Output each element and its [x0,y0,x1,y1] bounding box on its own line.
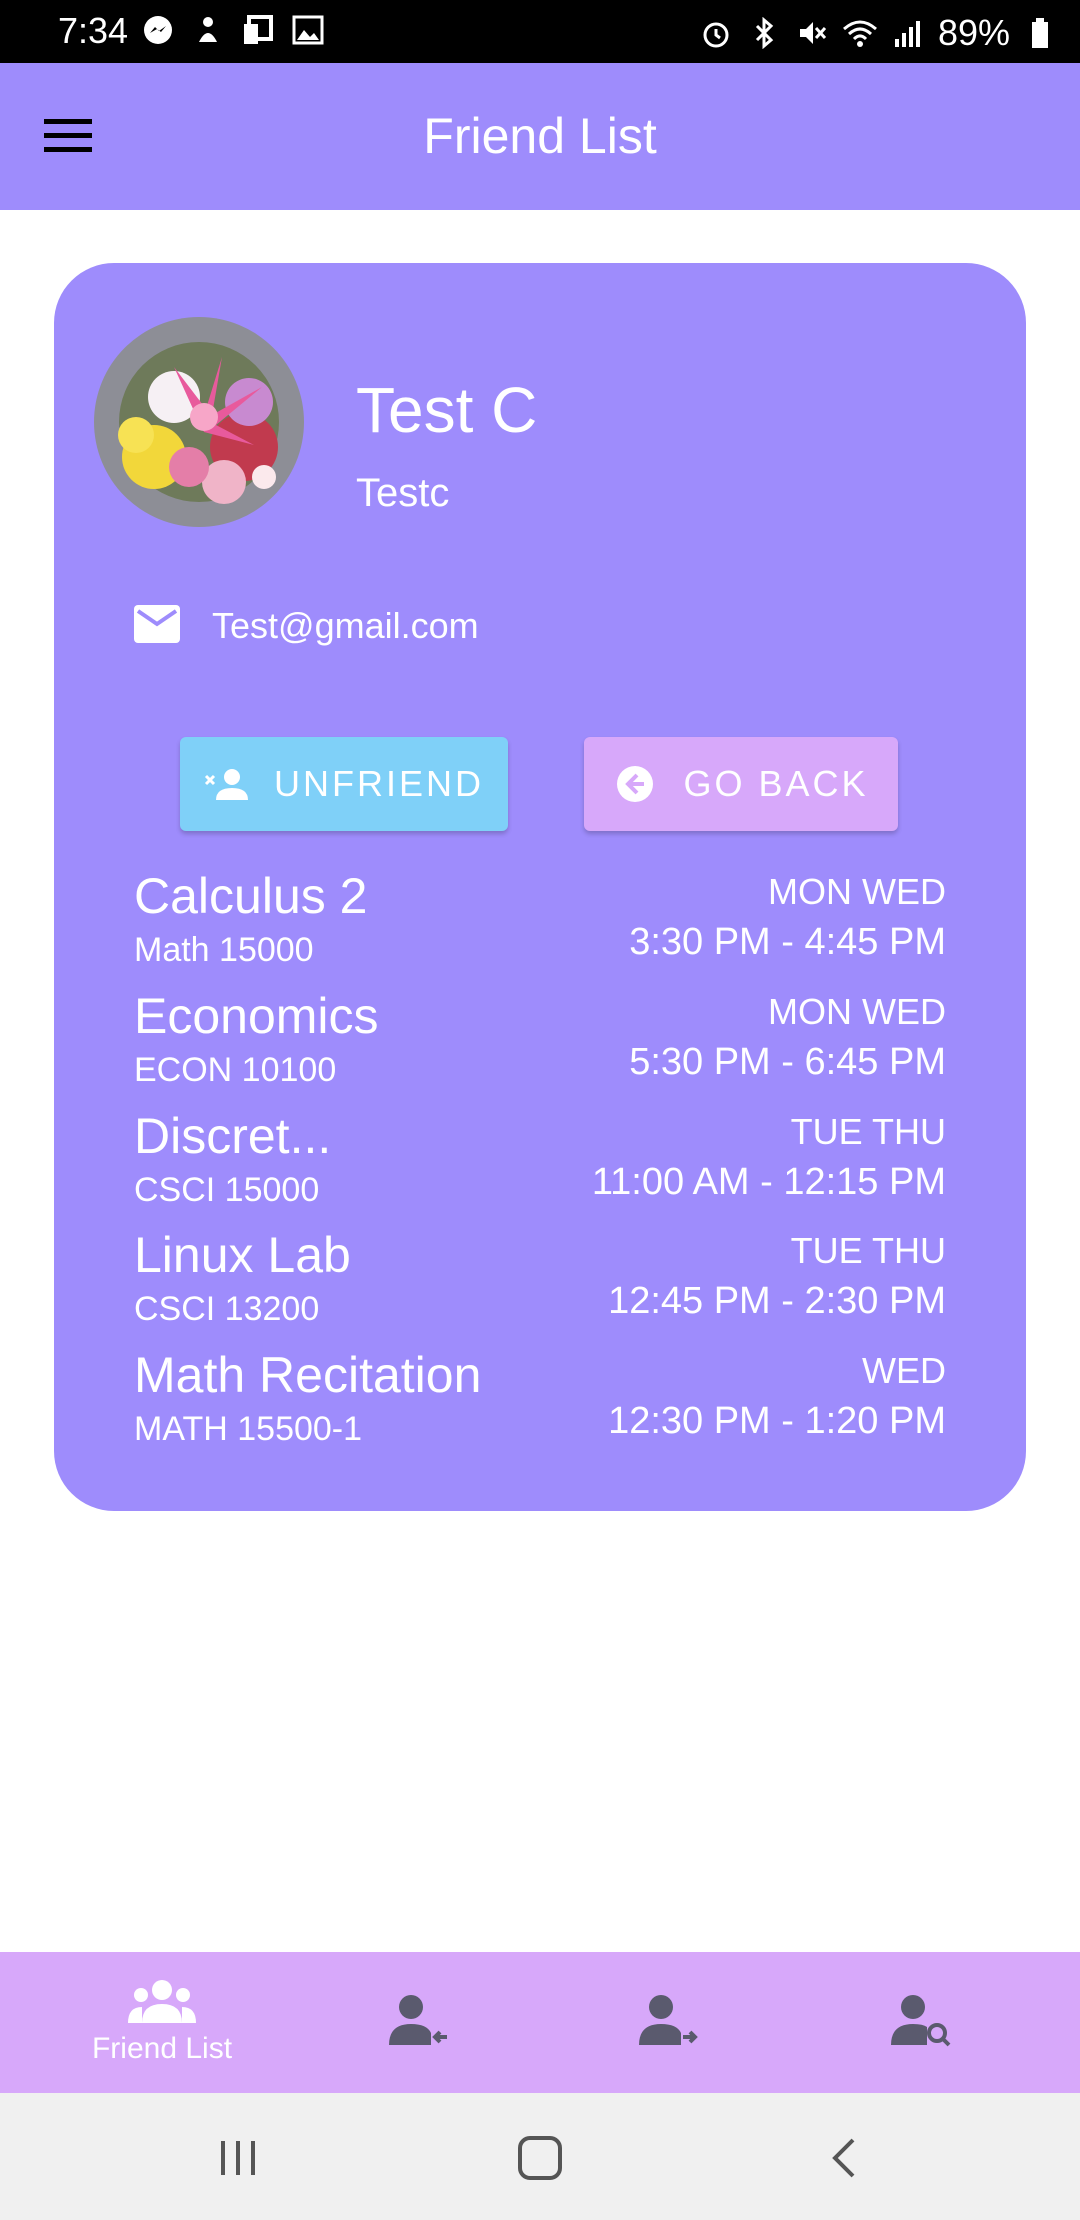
signal-icon [890,15,926,51]
course-code: MATH 15500-1 [134,1410,363,1448]
course-name: Math Recitation [134,1347,482,1403]
course-time: 12:30 PM - 1:20 PM [608,1400,946,1442]
course-code: Math 15000 [134,931,314,969]
notification-icon [190,12,226,48]
course-time: 3:30 PM - 4:45 PM [629,921,946,963]
course-days: MON WED [768,871,946,912]
go-back-button[interactable]: GO BACK [584,737,898,831]
nav-incoming-requests[interactable] [318,1952,518,2093]
friend-username: Testc [356,471,450,515]
outgoing-request-icon [637,1993,699,2052]
go-back-label: GO BACK [683,763,869,804]
course-name: Economics [134,988,379,1044]
course-name: Discret... [134,1108,332,1164]
nav-outgoing-requests[interactable] [568,1952,768,2093]
alarm-icon [698,15,734,51]
friend-name: Test C [356,374,538,446]
unfriend-label: UNFRIEND [274,763,484,804]
course-row: Math Recitation MATH 15500-1 WED 12:30 P… [134,1346,946,1458]
gallery-icon [290,12,326,48]
course-time: 12:45 PM - 2:30 PM [608,1280,946,1322]
unfriend-button[interactable]: UNFRIEND [180,737,508,831]
home-icon[interactable] [510,2133,570,2183]
system-navigation-bar [0,2093,1080,2220]
battery-percent: 89% [937,12,1010,53]
nav-search-users[interactable] [820,1952,1020,2093]
wifi-icon [842,15,878,51]
page-title: Friend List [423,108,657,164]
recent-apps-icon[interactable] [208,2133,268,2183]
back-icon[interactable] [814,2133,874,2183]
email-icon [134,604,180,648]
course-name: Calculus 2 [134,868,368,924]
nav-friend-list[interactable]: Friend List [62,1952,262,2093]
course-time: 11:00 AM - 12:15 PM [591,1161,946,1203]
course-days: WED [862,1350,946,1391]
search-user-icon [889,1993,951,2052]
course-days: TUE THU [790,1111,946,1152]
course-code: CSCI 13200 [134,1290,320,1328]
course-code: CSCI 15000 [134,1171,320,1209]
battery-icon [1022,15,1058,51]
avatar [94,317,304,527]
bottom-navigation: Friend List [0,1952,1080,2093]
course-row: Economics ECON 10100 MON WED 5:30 PM - 6… [134,987,946,1099]
course-time: 5:30 PM - 6:45 PM [629,1041,946,1083]
app-bar: Friend List [0,63,1080,210]
remove-person-icon [204,764,248,804]
course-row: Linux Lab CSCI 13200 TUE THU 12:45 PM - … [134,1226,946,1338]
course-row: Calculus 2 Math 15000 MON WED 3:30 PM - … [134,867,946,979]
course-days: MON WED [768,991,946,1032]
course-name: Linux Lab [134,1227,351,1283]
friend-email: Test@gmail.com [212,605,479,646]
incoming-request-icon [387,1993,449,2052]
back-arrow-icon [613,764,657,804]
mute-icon [794,15,830,51]
nav-friend-list-label: Friend List [91,2032,233,2065]
status-time: 7:34 [58,10,129,51]
status-bar: 7:34 89% [0,0,1080,63]
course-code: ECON 10100 [134,1051,337,1089]
email-row: Test@gmail.com [134,596,479,656]
cast-icon [240,12,276,48]
messenger-icon [140,12,176,48]
bluetooth-icon [746,15,782,51]
people-icon [128,1979,196,2028]
course-days: TUE THU [790,1230,946,1271]
course-row: Discret... CSCI 15000 TUE THU 11:00 AM -… [134,1107,946,1219]
friend-profile-card: Test C Testc Test@gmail.com UNFRIEND GO … [54,263,1026,1511]
